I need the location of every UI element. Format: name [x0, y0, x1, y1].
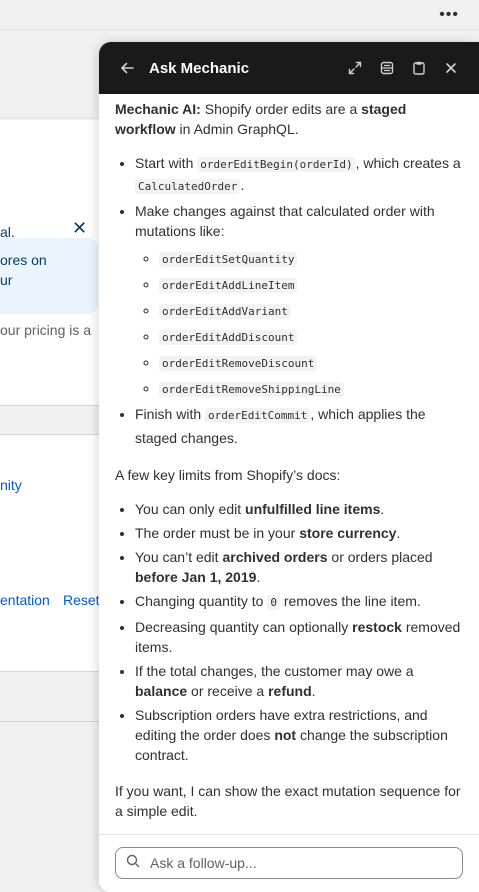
code-inline: CalculatedOrder — [135, 179, 241, 194]
intro-text: in Admin GraphQL. — [175, 121, 299, 137]
limits-heading: A few key limits from Shopify’s docs: — [115, 467, 341, 483]
step-make-changes: Make changes against that calculated ord… — [135, 201, 463, 401]
mutation-list: orderEditSetQuantity orderEditAddLineIte… — [135, 245, 463, 401]
ask-mechanic-panel: Ask Mechanic Mechanic AI: Shopify order … — [99, 42, 479, 892]
code-inline: orderEditAddVariant — [159, 304, 291, 319]
search-icon — [126, 854, 140, 873]
limit-item: If the total changes, the customer may o… — [135, 661, 463, 701]
reset-link[interactable]: Reset — [63, 592, 100, 608]
limit-bold: before Jan 1, 2019 — [135, 569, 257, 585]
clipboard-icon[interactable] — [407, 56, 431, 80]
panel-header: Ask Mechanic — [99, 42, 479, 94]
closing-message: If you want, I can show the exact mutati… — [115, 783, 461, 819]
ai-label: Mechanic AI: — [115, 101, 201, 117]
back-arrow-icon[interactable] — [115, 56, 139, 80]
code-inline: orderEditRemoveDiscount — [159, 356, 318, 371]
expand-icon[interactable] — [343, 56, 367, 80]
code-inline: orderEditSetQuantity — [159, 252, 298, 267]
background-card-3 — [0, 672, 100, 722]
intro-text: Shopify order edits are a — [200, 101, 362, 117]
mutation-item: orderEditAddVariant — [159, 297, 463, 323]
workflow-steps: Start with orderEditBegin(orderId), whic… — [115, 153, 463, 449]
banner-line: ur — [0, 272, 13, 288]
limit-item: Changing quantity to 0 removes the line … — [135, 591, 463, 613]
mutation-item: orderEditAddLineItem — [159, 271, 463, 297]
chat-content: Mechanic AI: Shopify order edits are a s… — [99, 94, 479, 834]
limit-text: . — [396, 525, 401, 541]
code-inline: orderEditAddLineItem — [159, 278, 298, 293]
more-horizontal-icon[interactable]: ••• — [439, 6, 459, 24]
code-inline: orderEditCommit — [205, 408, 311, 423]
mutation-item: orderEditRemoveDiscount — [159, 349, 463, 375]
step-text: . — [240, 177, 245, 193]
limit-text: removes the line item. — [279, 593, 421, 609]
mutation-item: orderEditAddDiscount — [159, 323, 463, 349]
code-inline: orderEditBegin(orderId) — [197, 157, 356, 172]
limit-text: If the total changes, the customer may o… — [135, 663, 414, 679]
limit-item: Decreasing quantity can optionally resto… — [135, 617, 463, 657]
background-pricing-text: our pricing is a — [0, 322, 92, 338]
limits-list: You can only edit unfulfilled line items… — [115, 499, 463, 765]
step-text: Start with — [135, 155, 198, 171]
background-header — [0, 30, 100, 118]
limit-text: Decreasing quantity can optionally — [135, 619, 353, 635]
documentation-link[interactable]: entation — [0, 592, 50, 608]
limit-bold: archived orders — [222, 549, 328, 565]
step-text: Make changes against that calculated ord… — [135, 203, 435, 239]
follow-up-input[interactable] — [148, 854, 452, 872]
code-inline: orderEditAddDiscount — [159, 330, 298, 345]
step-text: , which creates a — [355, 155, 461, 171]
background-card-2 — [0, 434, 100, 672]
limit-item: You can’t edit archived orders or orders… — [135, 547, 463, 587]
app-topbar: ••• — [0, 0, 479, 30]
code-inline: 0 — [267, 595, 280, 610]
banner-close-icon[interactable]: ✕ — [72, 218, 87, 239]
code-inline: orderEditRemoveShippingLine — [159, 382, 344, 397]
step-start: Start with orderEditBegin(orderId), whic… — [135, 153, 463, 197]
limit-item: You can only edit unfulfilled line items… — [135, 499, 463, 519]
close-icon[interactable] — [439, 56, 463, 80]
limit-item: The order must be in your store currency… — [135, 523, 463, 543]
limit-text: The order must be in your — [135, 525, 300, 541]
limit-bold: balance — [135, 683, 188, 699]
limit-bold: restock — [352, 619, 402, 635]
limit-text: . — [311, 683, 316, 699]
limit-bold: unfulfilled line items — [245, 501, 381, 517]
mutation-item: orderEditSetQuantity — [159, 245, 463, 271]
step-finish: Finish with orderEditCommit, which appli… — [135, 403, 463, 449]
limit-bold: refund — [268, 683, 312, 699]
limit-text: You can only edit — [135, 501, 246, 517]
chat-footer — [99, 834, 479, 892]
limit-bold: not — [274, 727, 297, 743]
layout-icon[interactable] — [375, 56, 399, 80]
mutation-item: orderEditRemoveShippingLine — [159, 375, 463, 401]
limit-text: . — [256, 569, 261, 585]
ai-intro: Mechanic AI: Shopify order edits are a s… — [115, 99, 463, 139]
step-text: Finish with — [135, 406, 206, 422]
banner-line: ores on — [0, 252, 47, 268]
panel-title: Ask Mechanic — [149, 59, 250, 77]
limit-text: or receive a — [187, 683, 269, 699]
limit-bold: store currency — [299, 525, 397, 541]
community-link[interactable]: nity — [0, 477, 22, 493]
follow-up-input-wrapper[interactable] — [115, 847, 463, 879]
limit-text: Changing quantity to — [135, 593, 268, 609]
limit-text: You can’t edit — [135, 549, 223, 565]
limit-text: or orders placed — [327, 549, 433, 565]
limit-text: . — [380, 501, 385, 517]
limit-item: Subscription orders have extra restricti… — [135, 705, 463, 765]
